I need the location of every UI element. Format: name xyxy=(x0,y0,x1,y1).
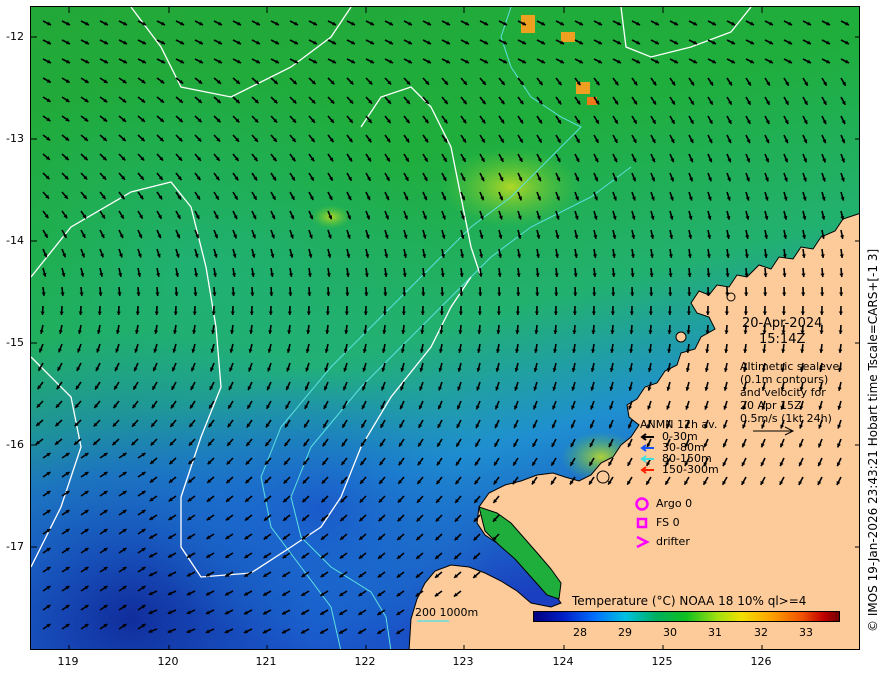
lat-label: -16 xyxy=(6,438,24,451)
legend-item: drifter xyxy=(634,532,692,551)
lat-label: -15 xyxy=(6,336,24,349)
colorbar xyxy=(533,611,840,622)
marker-legend: Argo 0 FS 0 drifter xyxy=(634,494,692,551)
chevron-icon xyxy=(636,535,650,548)
arrow-icon xyxy=(640,443,654,452)
timestamp: 20-Apr-2024 15:14Z xyxy=(742,316,822,348)
arrow-icon xyxy=(640,432,654,441)
lat-label: -13 xyxy=(6,132,24,145)
lon-label: 120 xyxy=(157,655,179,668)
colorbar-title: Temperature (°C) NOAA 18 10% ql>=4 xyxy=(572,594,807,608)
colorbar-tick: 33 xyxy=(799,626,813,639)
legend-label: 150-300m xyxy=(662,463,719,476)
lat-label: -12 xyxy=(6,30,24,43)
lon-label: 119 xyxy=(57,655,79,668)
sst-map xyxy=(31,7,859,649)
altimetry-line: (0.1m contours) xyxy=(740,373,829,386)
map-time: 15:14Z xyxy=(759,332,806,347)
legend-item: Argo 0 xyxy=(634,494,692,513)
altimetry-line: 0.5m/s (1kt 24h) xyxy=(740,412,832,425)
colorbar-tick: 28 xyxy=(573,626,587,639)
legend-label: drifter xyxy=(656,535,690,548)
lat-label: -17 xyxy=(6,540,24,553)
lat-label: -14 xyxy=(6,234,24,247)
anmn-legend: ANMN 12h av. 0-30m 30-80m 80-150m 150-30… xyxy=(640,418,719,476)
colorbar-tick: 30 xyxy=(663,626,677,639)
arrow-icon xyxy=(640,454,654,463)
square-icon xyxy=(636,517,648,528)
altimetry-line: 20 Apr 15Z xyxy=(740,399,802,412)
legend-label: Argo 0 xyxy=(656,497,693,510)
map-panel[interactable] xyxy=(30,6,860,650)
altimetry-line: Altimetric sealevel xyxy=(740,360,843,373)
lon-label: 126 xyxy=(750,655,772,668)
altimetry-note: Altimetric sealevel (0.1m contours) and … xyxy=(740,360,842,425)
lon-label: 123 xyxy=(452,655,474,668)
altimetry-line: and velocity for xyxy=(740,386,826,399)
lon-label: 122 xyxy=(354,655,376,668)
map-date: 20-Apr-2024 xyxy=(742,316,823,331)
legend-item: FS 0 xyxy=(634,513,692,532)
legend-item: 150-300m xyxy=(640,463,719,476)
colorbar-tick: 31 xyxy=(708,626,722,639)
credit-text: © IMOS 19-Jan-2026 23:43:21 Hobart time … xyxy=(866,248,880,632)
circle-icon xyxy=(635,496,649,511)
lon-label: 124 xyxy=(552,655,574,668)
arrow-icon xyxy=(640,465,654,474)
legend-label: FS 0 xyxy=(656,516,680,529)
colorbar-tick: 32 xyxy=(754,626,768,639)
lon-label: 125 xyxy=(651,655,673,668)
lon-label: 121 xyxy=(255,655,277,668)
colorbar-tick: 29 xyxy=(618,626,632,639)
bathy-legend: 200 1000m xyxy=(415,606,479,619)
